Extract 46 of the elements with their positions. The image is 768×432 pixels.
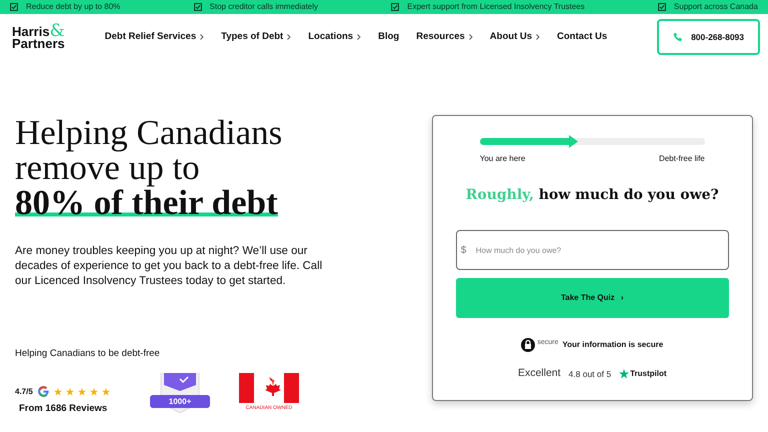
nav-link[interactable]: About Us: [490, 30, 532, 44]
top-bar-text: Stop creditor calls immediately: [210, 1, 318, 13]
nav-link[interactable]: Locations: [308, 30, 354, 44]
star-icon: [78, 388, 86, 396]
quiz-question: Roughly, how much do you owe?: [466, 186, 719, 205]
nav-link[interactable]: Resources: [416, 30, 465, 44]
nav-link[interactable]: Types of Debt: [221, 30, 284, 44]
tagline: Helping Canadians to be debt-free: [15, 347, 161, 361]
star-icon: [102, 388, 110, 396]
rating-score: 4.8 out of 5: [568, 368, 612, 380]
chevron-icon[interactable]: [287, 34, 292, 40]
top-bar-text: Support across Canada: [674, 1, 758, 13]
chevron-icon[interactable]: [468, 34, 473, 40]
star-icon: [54, 388, 62, 396]
checkbox-icon: [391, 3, 400, 11]
chevron-icon[interactable]: [357, 34, 362, 40]
quiz-button[interactable]: Take The Quiz ›: [456, 278, 729, 318]
star-icon: [90, 388, 98, 396]
canada-flag-icon: [239, 373, 299, 404]
checkbox-icon: [194, 3, 202, 11]
progress-label: Debt-free life: [658, 153, 705, 165]
chevron-icon[interactable]: [536, 34, 540, 40]
review-count: From 1686 Reviews: [19, 402, 108, 416]
chevron-icon[interactable]: [200, 34, 204, 40]
checkbox-icon: [10, 3, 18, 11]
phone-button[interactable]: 800-268-8093: [657, 18, 760, 56]
progress-label: You are here: [480, 153, 526, 165]
top-bar-text: Reduce debt by up to 80%: [26, 1, 120, 13]
checkbox-icon: [658, 3, 666, 11]
trustpilot-logo: Trustpilot: [619, 368, 667, 380]
star-icon: [66, 388, 74, 396]
nav-link[interactable]: Blog: [378, 30, 400, 44]
hero-heading: Helping Canadians remove up to 80% of their debt: [15, 115, 284, 220]
nav-link[interactable]: Debt Relief Services: [104, 30, 196, 44]
phone-icon: [673, 32, 684, 42]
arrow-head-icon: [569, 135, 578, 148]
review-badge: 1000+: [150, 373, 210, 432]
currency-symbol: $: [460, 244, 466, 258]
secure-text: Your information is secure: [562, 339, 664, 351]
rating-text: 4.7/5: [15, 386, 33, 398]
hero-paragraph: Are money troubles keeping you up at night? We’ll use our decades of experience to get you back to a debt-free life. Call our Licenced Insolvency Trustees today to get started.: [15, 244, 324, 289]
top-bar-text: Expert support from Licensed Insolvency Trustees: [407, 1, 585, 13]
nav-link[interactable]: Contact Us: [557, 30, 608, 44]
rating-label: Excellent: [518, 366, 561, 381]
logo[interactable]: Harris& Partners: [12, 24, 65, 50]
google-icon: [36, 385, 50, 398]
